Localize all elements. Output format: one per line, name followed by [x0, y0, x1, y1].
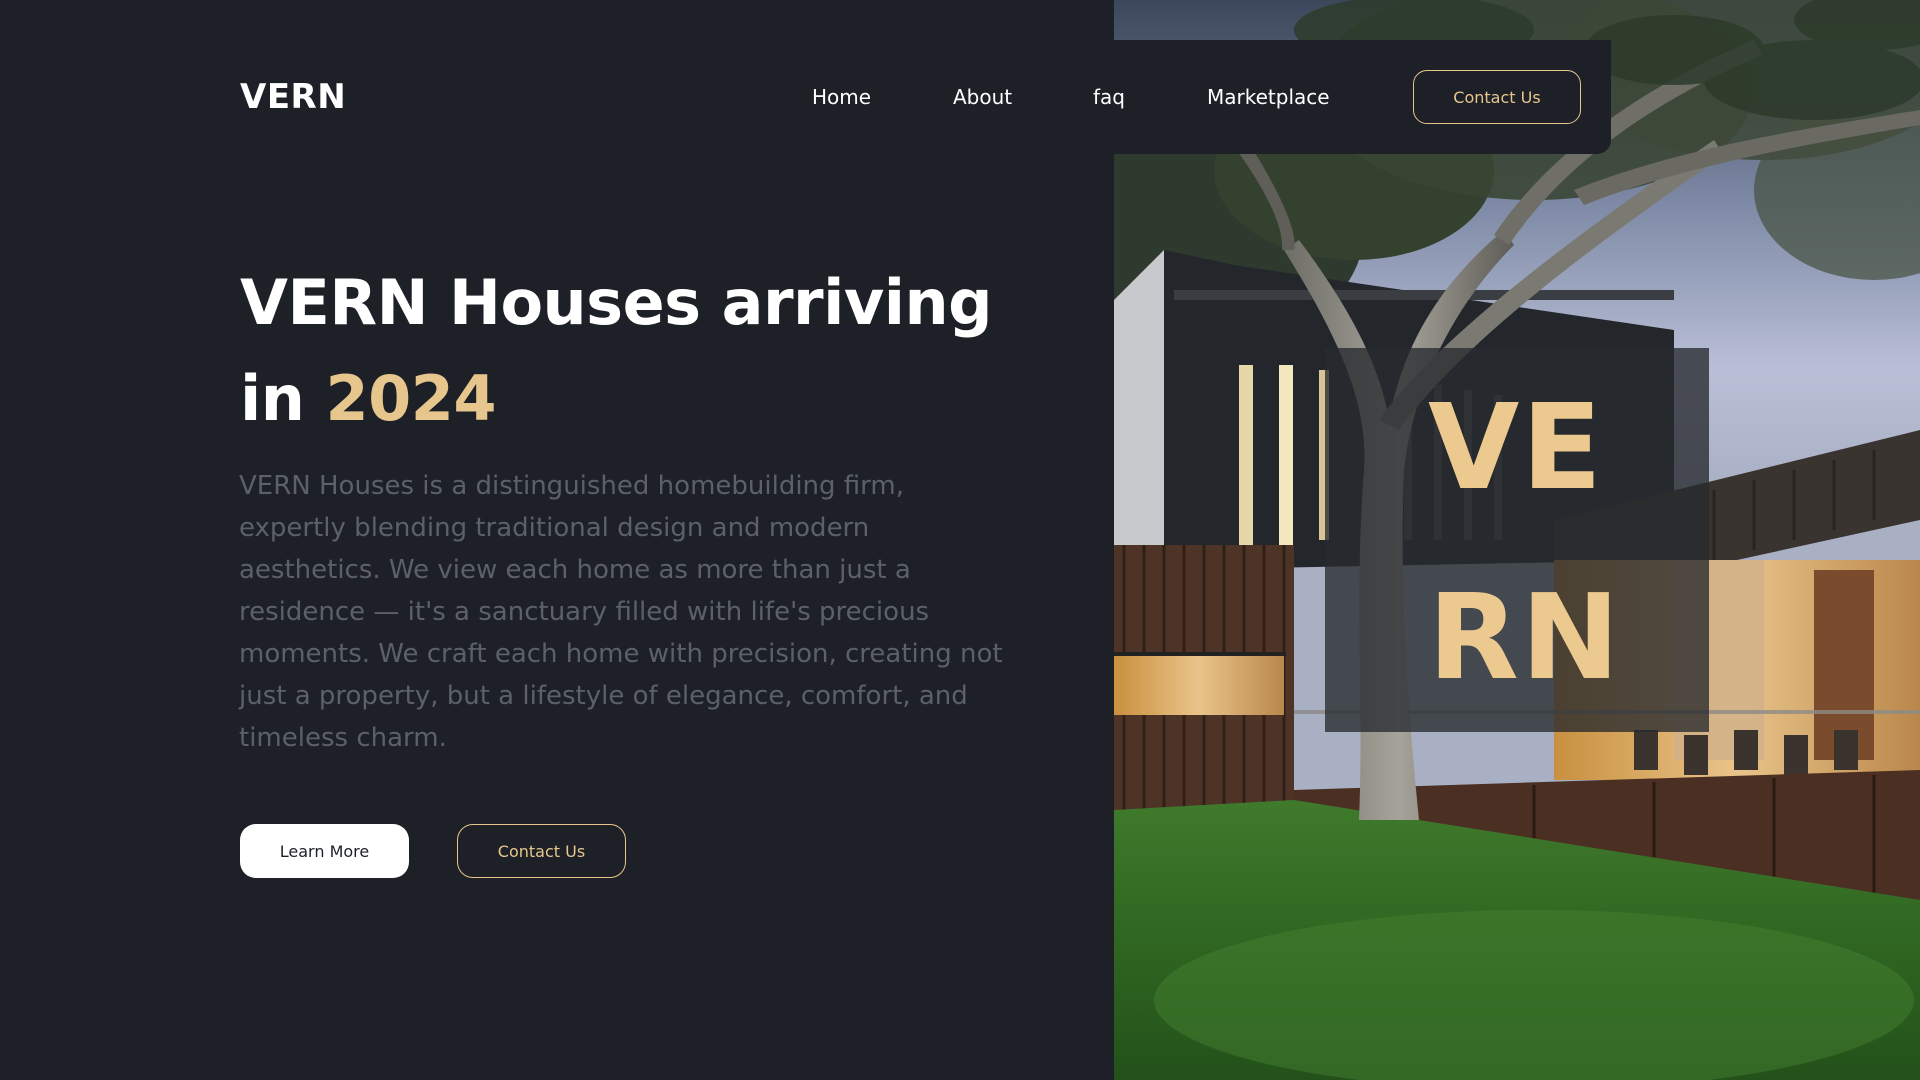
- nav-home-link[interactable]: Home: [812, 85, 871, 109]
- learn-more-button[interactable]: Learn More: [240, 824, 409, 878]
- nav-about-link[interactable]: About: [953, 85, 1012, 109]
- headline-text: VERN Houses arriving: [240, 266, 993, 339]
- overlay-text-rn: RN: [1428, 568, 1622, 706]
- brand-logo[interactable]: VERN: [240, 77, 346, 117]
- nav-faq-link[interactable]: faq: [1093, 85, 1125, 109]
- landing-page: VERN Home About faq Marketplace Contact …: [0, 0, 1920, 1080]
- headline-in: in: [240, 362, 305, 435]
- nav-contact-us-button[interactable]: Contact Us: [1413, 70, 1581, 124]
- hero-headline: VERN Houses arriving in 2024: [240, 255, 1060, 447]
- overlay-text-ve: VE: [1428, 378, 1604, 516]
- hero-description: VERN Houses is a distinguished homebuild…: [239, 471, 1003, 753]
- hero-contact-us-button[interactable]: Contact Us: [457, 824, 626, 878]
- headline-year: 2024: [325, 362, 497, 435]
- nav-marketplace-link[interactable]: Marketplace: [1207, 85, 1330, 109]
